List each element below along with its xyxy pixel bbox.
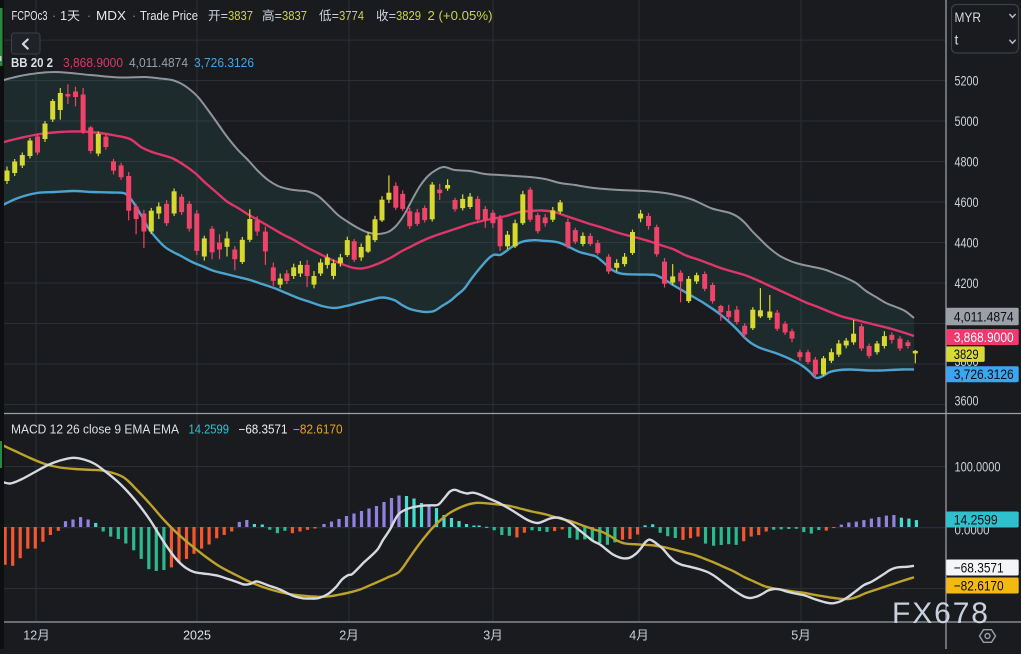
svg-text:3,868.9000: 3,868.9000 xyxy=(63,56,123,70)
svg-text:3,726.3126: 3,726.3126 xyxy=(954,366,1014,382)
svg-text:−82.6170: −82.6170 xyxy=(293,423,343,437)
svg-text:3月: 3月 xyxy=(483,629,502,643)
svg-text:3,726.3126: 3,726.3126 xyxy=(194,56,254,70)
svg-text:100.0000: 100.0000 xyxy=(955,459,1001,475)
svg-text:·: · xyxy=(87,9,91,23)
svg-text:3829: 3829 xyxy=(396,9,421,23)
svg-text:4400: 4400 xyxy=(955,235,979,251)
svg-text:·: · xyxy=(132,9,136,23)
svg-text:14.2599: 14.2599 xyxy=(954,512,998,528)
svg-text:Trade Price: Trade Price xyxy=(140,9,198,23)
svg-text:4600: 4600 xyxy=(955,194,979,210)
svg-text:−68.3571: −68.3571 xyxy=(239,423,288,437)
svg-text:−68.3571: −68.3571 xyxy=(954,560,1004,576)
svg-text:5月: 5月 xyxy=(791,629,810,643)
svg-text:2 (+0.05%): 2 (+0.05%) xyxy=(428,9,493,23)
svg-text:4月: 4月 xyxy=(629,629,648,643)
svg-text:1天: 1天 xyxy=(60,9,81,23)
svg-text:低=: 低= xyxy=(319,9,339,23)
svg-text:MYR: MYR xyxy=(955,9,982,25)
svg-text:2025: 2025 xyxy=(183,629,211,643)
svg-text:t: t xyxy=(955,32,959,48)
svg-text:4800: 4800 xyxy=(955,154,979,170)
svg-text:2月: 2月 xyxy=(339,629,358,643)
svg-text:4,011.4874: 4,011.4874 xyxy=(129,56,188,70)
svg-text:高=: 高= xyxy=(262,8,282,23)
svg-text:3837: 3837 xyxy=(228,9,253,23)
svg-text:14.2599: 14.2599 xyxy=(189,423,230,437)
svg-text:·: · xyxy=(52,9,56,23)
svg-text:5200: 5200 xyxy=(955,73,979,89)
svg-text:3837: 3837 xyxy=(282,9,307,23)
svg-text:开=: 开= xyxy=(208,9,228,23)
svg-text:5000: 5000 xyxy=(955,113,979,129)
svg-text:3829: 3829 xyxy=(954,346,979,362)
svg-text:3774: 3774 xyxy=(339,9,364,23)
svg-text:4,011.4874: 4,011.4874 xyxy=(954,309,1014,325)
svg-text:FX678: FX678 xyxy=(892,597,990,630)
svg-text:3,868.9000: 3,868.9000 xyxy=(954,329,1014,345)
svg-text:MDX: MDX xyxy=(96,9,127,23)
svg-text:收=: 收= xyxy=(376,9,396,23)
svg-text:FCPOc3: FCPOc3 xyxy=(12,9,48,23)
svg-text:MACD 12 26 close 9 EMA EMA: MACD 12 26 close 9 EMA EMA xyxy=(11,423,180,437)
svg-text:BB 20 2: BB 20 2 xyxy=(11,56,53,70)
svg-text:3600: 3600 xyxy=(955,393,979,409)
svg-text:12月: 12月 xyxy=(23,629,49,643)
svg-text:4200: 4200 xyxy=(955,275,979,291)
svg-text:−82.6170: −82.6170 xyxy=(954,578,1004,594)
